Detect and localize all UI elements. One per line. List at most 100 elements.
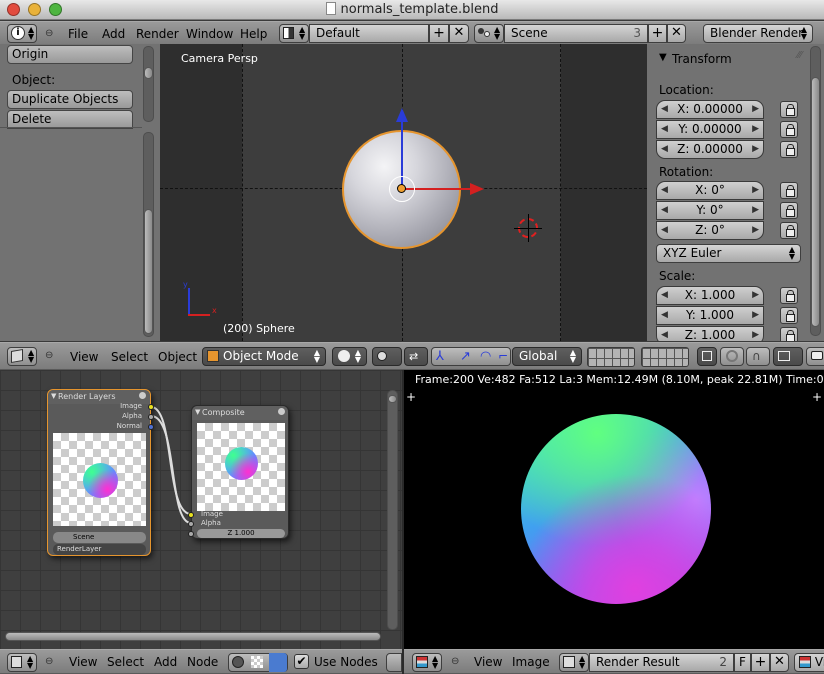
render-layers-node[interactable]: Render Layers ▼ Image Alpha Normal Scene… <box>47 389 154 556</box>
decrement-arrow-icon[interactable]: ◀ <box>661 101 668 118</box>
add-scene-button[interactable]: + <box>648 24 667 43</box>
image-name-field[interactable]: Render Result 2 <box>589 653 734 672</box>
node-editor-hscrollbar[interactable] <box>5 632 381 641</box>
increment-arrow-icon[interactable]: ▶ <box>752 202 759 219</box>
use-nodes-checkbox[interactable]: ✔ <box>294 654 309 669</box>
rotation-z-field[interactable]: ◀ Z: 0° ▶ <box>656 221 764 240</box>
collapse-menu-icon[interactable]: ⊖ <box>45 350 53 361</box>
composite-node[interactable]: Composite ▼ Image Alpha Z 1.000 <box>188 405 289 539</box>
menu-image[interactable]: Image <box>512 650 550 674</box>
increment-arrow-icon[interactable]: ▶ <box>752 121 759 138</box>
location-z-field[interactable]: ◀ Z: 0.00000 ▶ <box>656 140 764 159</box>
lock-location-y-icon[interactable] <box>780 121 798 138</box>
lock-rotation-x-icon[interactable] <box>780 182 798 199</box>
scale-y-field[interactable]: ◀ Y: 1.000 ▶ <box>656 306 764 325</box>
image-editor[interactable]: Frame:200 Ve:482 Fa:512 La:3 Mem:12.49M … <box>404 370 824 649</box>
menu-file[interactable]: File <box>68 22 88 46</box>
collapse-menu-icon[interactable]: ⊖ <box>45 656 53 667</box>
render-layer-select[interactable]: RenderLayer <box>53 544 146 555</box>
location-y-field[interactable]: ◀ Y: 0.00000 ▶ <box>656 120 764 139</box>
screen-layout-browse[interactable]: ▲ ▼ <box>279 24 309 43</box>
composite-z-field[interactable]: Z 1.000 <box>197 529 285 538</box>
layer-lock-toggle[interactable] <box>697 347 717 366</box>
increment-arrow-icon[interactable]: ▶ <box>752 287 759 304</box>
lock-rotation-z-icon[interactable] <box>780 222 798 239</box>
node-preview-toggle-icon[interactable] <box>278 408 285 415</box>
viewport-shading-select[interactable]: ▲ ▼ <box>332 347 367 366</box>
node-collapse-icon[interactable]: ▼ <box>51 392 56 400</box>
rotation-x-field[interactable]: ◀ X: 0° ▶ <box>656 181 764 200</box>
menu-view[interactable]: View <box>474 650 502 674</box>
add-layout-button[interactable]: + <box>429 24 449 43</box>
arrow-manipulator-icon[interactable]: ↗ <box>460 349 471 364</box>
render-opengl-button[interactable] <box>806 347 824 366</box>
increment-arrow-icon[interactable]: ▶ <box>752 307 759 324</box>
lock-rotation-y-icon[interactable] <box>780 202 798 219</box>
lock-location-z-icon[interactable] <box>780 141 798 158</box>
node-collapse-icon[interactable]: ▼ <box>195 408 200 416</box>
location-x-field[interactable]: ◀ X: 0.00000 ▶ <box>656 100 764 119</box>
scale-z-field[interactable]: ◀ Z: 1.000 ▶ <box>656 326 764 341</box>
node-tree-type-buttons[interactable] <box>228 653 288 672</box>
layout-name-field[interactable]: Default <box>309 24 429 43</box>
decrement-arrow-icon[interactable]: ◀ <box>661 307 668 324</box>
editor-type-selector[interactable]: ▲ ▼ <box>412 653 442 672</box>
node-editor[interactable]: Render Layers ▼ Image Alpha Normal Scene… <box>0 370 402 649</box>
input-image-socket[interactable] <box>188 512 194 518</box>
rotation-y-field[interactable]: ◀ Y: 0° ▶ <box>656 201 764 220</box>
menu-view[interactable]: View <box>69 650 97 674</box>
output-normal-socket[interactable] <box>148 424 154 430</box>
rotation-mode-select[interactable]: XYZ Euler ▲ ▼ <box>656 244 801 263</box>
translate-manipulator-icon[interactable]: ⅄ <box>436 349 444 364</box>
increment-arrow-icon[interactable]: ▶ <box>752 327 759 341</box>
collapse-menu-icon[interactable]: ⊖ <box>45 28 53 39</box>
scene-select[interactable]: Scene <box>53 532 146 543</box>
increment-arrow-icon[interactable]: ▶ <box>752 101 759 118</box>
input-z-socket[interactable] <box>188 531 194 537</box>
menu-render[interactable]: Render <box>136 22 179 46</box>
close-window-button[interactable] <box>7 3 20 16</box>
manipulator-toggle[interactable]: ⇄ <box>404 347 428 366</box>
menu-object[interactable]: Object <box>158 343 197 371</box>
proportional-edit-toggle[interactable] <box>720 347 744 366</box>
output-alpha-socket[interactable] <box>148 414 154 420</box>
increment-arrow-icon[interactable]: ▶ <box>752 141 759 158</box>
menu-add[interactable]: Add <box>154 650 177 674</box>
menu-window[interactable]: Window <box>186 22 233 46</box>
rotate-manipulator-icon[interactable]: ◠ <box>480 349 491 364</box>
layer-buttons-group-2[interactable] <box>641 347 689 367</box>
editor-type-selector[interactable]: i ▲ ▼ <box>7 24 37 43</box>
material-nodes-icon[interactable] <box>232 656 244 668</box>
texture-nodes-icon[interactable] <box>251 656 263 668</box>
menu-add[interactable]: Add <box>102 22 125 46</box>
node-preview-toggle-icon[interactable] <box>139 392 146 399</box>
collapse-menu-icon[interactable]: ⊖ <box>451 656 459 667</box>
menu-help[interactable]: Help <box>240 22 267 46</box>
duplicate-objects-button[interactable]: Duplicate Objects <box>7 90 133 109</box>
input-alpha-socket[interactable] <box>188 521 194 527</box>
snap-element-select[interactable] <box>773 347 803 366</box>
menu-select[interactable]: Select <box>111 343 148 371</box>
scale-x-field[interactable]: ◀ X: 1.000 ▶ <box>656 286 764 305</box>
decrement-arrow-icon[interactable]: ◀ <box>661 287 668 304</box>
zoom-window-button[interactable] <box>49 3 62 16</box>
lock-location-x-icon[interactable] <box>780 101 798 118</box>
backdrop-toggle[interactable] <box>386 653 402 672</box>
output-image-socket[interactable] <box>148 404 154 410</box>
decrement-arrow-icon[interactable]: ◀ <box>661 182 668 199</box>
lock-scale-z-icon[interactable] <box>780 327 798 341</box>
transform-orientation-select[interactable]: Global ▲ ▼ <box>512 347 582 366</box>
delete-layout-button[interactable]: ✕ <box>449 24 469 43</box>
layer-buttons-group-1[interactable] <box>587 347 635 367</box>
properties-scrollbar[interactable] <box>810 46 821 336</box>
increment-arrow-icon[interactable]: ▶ <box>752 222 759 239</box>
interaction-mode-select[interactable]: Object Mode ▲ ▼ <box>202 347 326 366</box>
lock-scale-x-icon[interactable] <box>780 287 798 304</box>
menu-select[interactable]: Select <box>107 650 144 674</box>
pivot-point-select[interactable] <box>372 347 402 366</box>
editor-type-selector[interactable]: ▲ ▼ <box>7 653 37 672</box>
gizmo-z-arrow-icon[interactable] <box>396 108 408 122</box>
tool-scrollbar[interactable] <box>143 132 154 337</box>
3d-viewport[interactable]: Camera Persp x y (200) Sphere <box>160 44 647 341</box>
render-engine-select[interactable]: Blender Render ▲ ▼ <box>703 24 813 43</box>
